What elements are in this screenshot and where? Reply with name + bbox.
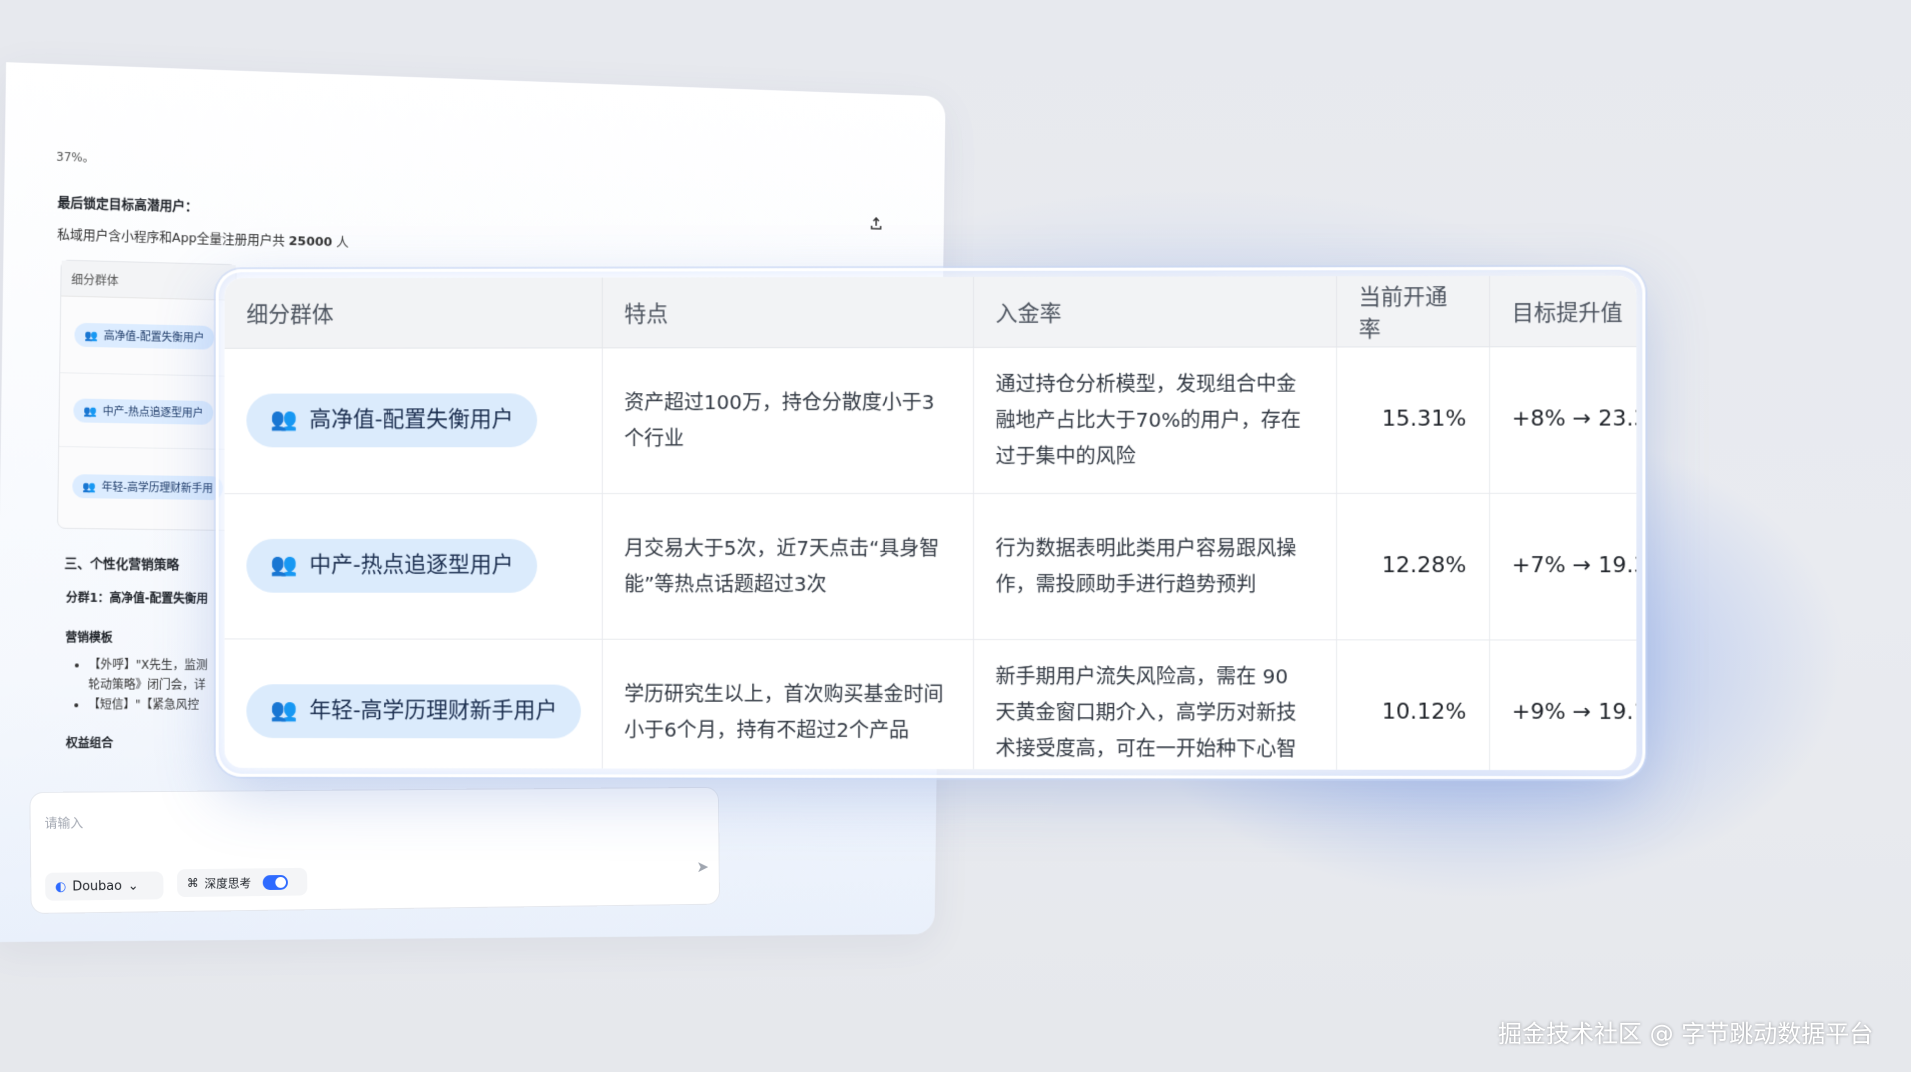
mini-chip-label: 中产-热点追逐型用户 (102, 404, 204, 420)
chat-input-box[interactable]: 请输入 ◐ Doubao ⌄ ⌘ 深度思考 ➤ (29, 786, 720, 914)
mini-chip: 👥 高净值-配置失衡用户 (74, 322, 215, 350)
deep-think-icon: ⌘ (186, 876, 199, 891)
col-header-target: 目标提升值 (1489, 275, 1637, 347)
list-item: 【外呼】"X先生，监测 (89, 655, 208, 676)
segment-table-container: 细分群体 特点 入金率 当前开通率 目标提升值 👥 高净值-配置失衡用户 资产超… (224, 275, 1637, 771)
segment-label: 年轻-高学历理财新手用户 (309, 698, 558, 724)
segment-table: 细分群体 特点 入金率 当前开通率 目标提升值 👥 高净值-配置失衡用户 资产超… (224, 275, 1637, 771)
rights-title: 权益组合 (65, 736, 114, 751)
users-icon: 👥 (83, 404, 97, 418)
table-row: 👥 高净值-配置失衡用户 资产超过100万，持仓分散度小于3个行业 通过持仓分析… (224, 346, 1637, 494)
send-icon[interactable]: ➤ (696, 857, 709, 875)
mini-chip: 👥 年轻-高学历理财新手用 (72, 474, 223, 501)
deep-think-toggle-group[interactable]: ⌘ 深度思考 (176, 867, 308, 898)
feature-cell: 资产超过100万，持仓分散度小于3个行业 (601, 346, 974, 494)
current-rate-cell: 12.28% (1336, 492, 1490, 640)
group-title: 分群1：高净值-配置失衡用 (65, 590, 209, 606)
deposit-rate-cell: 新手期用户流失风险高，需在 90 天黄金窗口期介入，高学历对新技术接受度高，可在… (973, 639, 1337, 771)
target-heading: 最后锁定目标高潜用户： (57, 195, 198, 215)
mini-table-header: 细分群体 (61, 260, 236, 301)
user-count-value: 25000 (288, 234, 333, 251)
row-divider (59, 445, 234, 450)
deep-think-toggle[interactable] (262, 874, 289, 890)
share-icon[interactable] (869, 216, 889, 238)
list-item: 轮动策略》闭门会，详 (88, 677, 206, 692)
feature-cell: 学历研究生以上，首次购买基金时间小于6个月，持有不超过2个产品 (601, 638, 974, 771)
model-name: Doubao (72, 878, 123, 894)
section-title: 三、个性化营销策略 (64, 556, 180, 573)
feature-cell: 月交易大于5次，近7天点击“具身智能”等热点话题超过3次 (601, 492, 974, 640)
user-count-line: 私域用户含小程序和App全量注册用户共 25000 人 (57, 224, 349, 251)
mini-segment-table: 细分群体 👥 高净值-配置失衡用户 👥 中产-热点追逐型用户 👥 年轻-高学历理财新手… (57, 259, 237, 531)
col-header-current-rate: 当前开通率 (1336, 276, 1490, 347)
user-count-text: 私域用户含小程序和App全量注册用户共 (57, 227, 285, 249)
segment-label: 中产-热点追逐型用户 (309, 552, 514, 578)
current-rate-cell: 15.31% (1336, 346, 1490, 493)
mini-chip-label: 高净值-配置失衡用户 (103, 329, 205, 345)
segment-label: 高净值-配置失衡用户 (309, 407, 514, 433)
users-icon: 👥 (82, 479, 96, 493)
segment-chip[interactable]: 👥 高净值-配置失衡用户 (246, 393, 538, 448)
table-row: 👥 中产-热点追逐型用户 月交易大于5次，近7天点击“具身智能”等热点话题超过3… (224, 492, 1637, 640)
list-item: 【短信】"【紧急风控 (88, 694, 207, 714)
mini-chip: 👥 中产-热点追逐型用户 (73, 398, 214, 425)
target-cell: +9% → 19.1 (1489, 639, 1637, 771)
col-header-segment: 细分群体 (224, 277, 602, 348)
segment-cell: 👥 中产-热点追逐型用户 (224, 493, 602, 639)
users-icon: 👥 (84, 328, 98, 342)
deposit-rate-cell: 通过持仓分析模型，发现组合中金融地产占比大于70%的用户，存在过于集中的风险 (973, 346, 1337, 493)
deposit-rate-cell: 行为数据表明此类用户容易跟风操作，需投顾助手进行趋势预判 (973, 492, 1337, 640)
users-icon: 👥 (270, 698, 298, 724)
table-row: 👥 年轻-高学历理财新手用户 学历研究生以上，首次购买基金时间小于6个月，持有不… (224, 638, 1637, 771)
target-cell: +7% → 19.3 (1489, 492, 1637, 640)
mini-chip-label: 年轻-高学历理财新手用 (101, 480, 214, 496)
segment-cell: 👥 年轻-高学历理财新手用户 (224, 638, 602, 771)
current-rate-cell: 10.12% (1336, 639, 1490, 771)
col-header-feature: 特点 (601, 276, 974, 348)
model-select[interactable]: ◐ Doubao ⌄ (45, 871, 164, 901)
partial-text: 37%。 (56, 149, 95, 165)
marketing-bullets: 【外呼】"X先生，监测 轮动策略》闭门会，详 【短信】"【紧急风控 (88, 655, 208, 715)
deep-think-label: 深度思考 (204, 875, 252, 891)
chevron-down-icon: ⌄ (127, 878, 139, 894)
users-icon: 👥 (270, 552, 298, 578)
row-divider (60, 372, 235, 377)
segment-chip[interactable]: 👥 年轻-高学历理财新手用户 (246, 684, 582, 739)
segment-cell: 👥 高净值-配置失衡用户 (224, 347, 602, 494)
target-cell: +8% → 23.3 (1489, 346, 1637, 493)
segment-table-card: 细分群体 特点 入金率 当前开通率 目标提升值 👥 高净值-配置失衡用户 资产超… (215, 266, 1646, 780)
template-title: 营销模板 (65, 630, 113, 645)
users-icon: 👥 (270, 407, 298, 433)
chat-input[interactable]: 请输入 (44, 813, 84, 832)
col-header-deposit-rate: 入金率 (973, 276, 1337, 347)
user-count-unit: 人 (336, 235, 349, 251)
table-header-row: 细分群体 特点 入金率 当前开通率 目标提升值 (224, 275, 1637, 348)
segment-chip[interactable]: 👥 中产-热点追逐型用户 (246, 538, 538, 593)
doubao-logo-icon: ◐ (55, 879, 67, 895)
watermark: 掘金技术社区 @ 字节跳动数据平台 (1498, 1020, 1874, 1048)
